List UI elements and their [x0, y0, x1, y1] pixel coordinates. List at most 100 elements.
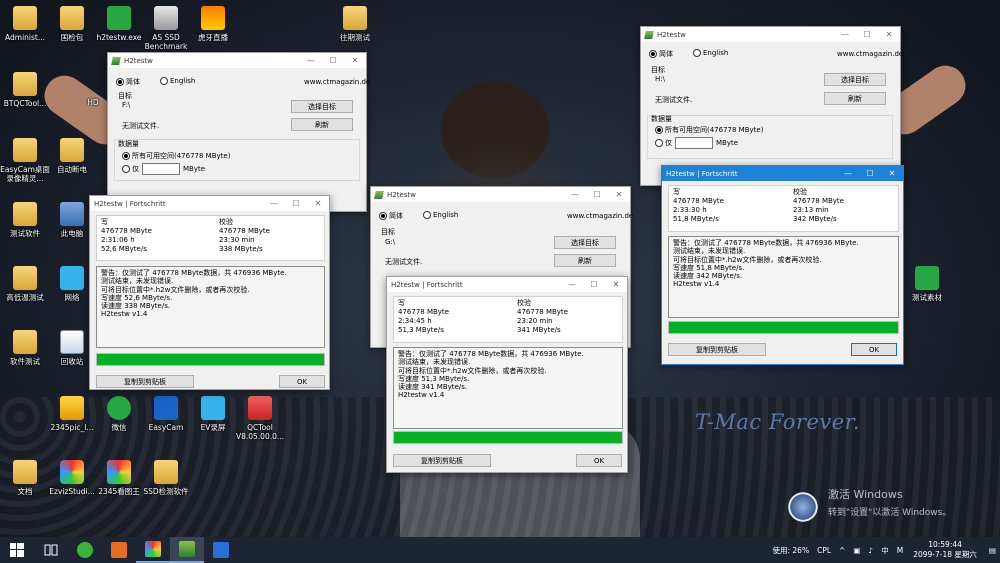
desktop-icon-label: 微信	[111, 423, 127, 432]
ok-button[interactable]: OK	[576, 454, 622, 467]
desktop-icon-btqctool[interactable]: BTQCTool...	[0, 72, 50, 108]
desktop-icon-label: 自动断电	[57, 165, 87, 174]
desktop-icon-auto-poweroff[interactable]: 自动断电	[47, 138, 97, 174]
only-radio[interactable]: 仅 MByte	[122, 163, 205, 175]
close-icon[interactable]: ✕	[608, 187, 630, 202]
maximize-icon[interactable]: ☐	[583, 277, 605, 292]
maximize-icon[interactable]: ☐	[859, 166, 881, 181]
desktop-icon-as-ssd[interactable]: AS SSD Benchmark	[141, 6, 191, 51]
title-bar[interactable]: H2testw — ☐ ✕	[371, 187, 630, 202]
progress-fill	[394, 432, 622, 443]
desktop-icon-ssd-check[interactable]: SSD检测软件	[141, 460, 191, 496]
lang-en-radio[interactable]: English	[160, 77, 195, 85]
system-tray: 使用: 26% CPL ^ ▣ ♪ 中 M 10:59:44 2099-7-18…	[768, 537, 1000, 563]
mbyte-input[interactable]	[142, 163, 180, 175]
desktop-icon-test-software[interactable]: 测试软件	[0, 202, 50, 238]
refresh-button[interactable]: 刷新	[824, 92, 886, 105]
desktop-icon-easycam[interactable]: EasyCam	[141, 396, 191, 432]
taskbar-app-360[interactable]	[68, 537, 102, 563]
verify-speed: 338 MByte/s	[219, 245, 263, 253]
lang-cn-radio[interactable]: 简体	[649, 49, 673, 59]
close-icon[interactable]: ✕	[307, 196, 329, 211]
ime-indicator[interactable]: 中	[881, 545, 889, 556]
copy-to-clipboard-button[interactable]: 复制到剪贴板	[393, 454, 491, 467]
lang-en-radio[interactable]: English	[423, 211, 458, 219]
select-target-button[interactable]: 选择目标	[824, 73, 886, 86]
result-log[interactable]: 警告：仅测试了 476778 MByte数据，共 476936 MByte. 测…	[96, 266, 325, 348]
task-view-icon	[44, 544, 58, 556]
network-tray-icon[interactable]: ▣	[853, 546, 860, 555]
title-bar[interactable]: H2testw | Fortschritt — ☐ ✕	[387, 277, 627, 292]
start-button[interactable]	[0, 537, 34, 563]
title-bar[interactable]: H2testw | Fortschritt — ☐ ✕	[662, 166, 903, 181]
all-space-radio[interactable]: 所有可用空间(476778 MByte)	[122, 151, 230, 161]
copy-to-clipboard-button[interactable]: 复制到剪贴板	[668, 343, 766, 356]
cpl-indicator[interactable]: CPL	[817, 546, 831, 555]
maximize-icon[interactable]: ☐	[322, 53, 344, 68]
ime-m-indicator[interactable]: M	[897, 546, 903, 555]
desktop-icon-hd[interactable]: HD	[78, 80, 108, 107]
close-icon[interactable]: ✕	[878, 27, 900, 42]
copy-to-clipboard-button[interactable]: 复制到剪贴板	[96, 375, 194, 388]
close-icon[interactable]: ✕	[605, 277, 627, 292]
image-viewer-icon	[145, 541, 161, 557]
refresh-button[interactable]: 刷新	[554, 254, 616, 267]
desktop-icon-ezviz[interactable]: EzvizStudi...	[47, 460, 97, 496]
minimize-icon[interactable]: —	[561, 277, 583, 292]
refresh-button[interactable]: 刷新	[291, 118, 353, 131]
ok-button[interactable]: OK	[279, 375, 325, 388]
taskbar-app-wps[interactable]	[204, 537, 238, 563]
only-radio[interactable]: 仅 MByte	[655, 137, 738, 149]
lang-en-radio[interactable]: English	[693, 49, 728, 57]
desktop-icon-past-tests[interactable]: 往期测试	[330, 6, 380, 42]
volume-icon[interactable]: ♪	[868, 546, 873, 555]
desktop-icon-test-material[interactable]: 测试素材	[902, 266, 952, 302]
desktop-icon-easycam-recorder[interactable]: EasyCam桌面录像精灵...	[0, 138, 50, 183]
desktop-icon-label: EV录屏	[200, 423, 226, 432]
select-target-button[interactable]: 选择目标	[291, 100, 353, 113]
maximize-icon[interactable]: ☐	[586, 187, 608, 202]
desktop-icon-software-test[interactable]: 软件测试	[0, 330, 50, 366]
close-icon[interactable]: ✕	[881, 166, 903, 181]
minimize-icon[interactable]: —	[263, 196, 285, 211]
lang-cn-radio[interactable]: 简体	[379, 211, 403, 221]
taskbar-app-player[interactable]	[102, 537, 136, 563]
title-bar[interactable]: H2testw — ☐ ✕	[108, 53, 366, 68]
desktop-icon-wechat[interactable]: 微信	[94, 396, 144, 432]
maximize-icon[interactable]: ☐	[856, 27, 878, 42]
title-bar[interactable]: H2testw | Fortschritt — ☐ ✕	[90, 196, 329, 211]
desktop-icon-administrator[interactable]: Administ...	[0, 6, 50, 42]
close-icon[interactable]: ✕	[344, 53, 366, 68]
select-target-button[interactable]: 选择目标	[554, 236, 616, 249]
minimize-icon[interactable]: —	[834, 27, 856, 42]
target-drive: F:\	[122, 101, 131, 109]
taskbar-app-h2testw[interactable]	[170, 537, 204, 563]
desktop-icon-qctool[interactable]: QCTool V8.05.00.0...	[235, 396, 285, 441]
desktop-icon-documents[interactable]: 文档	[0, 460, 50, 496]
maximize-icon[interactable]: ☐	[285, 196, 307, 211]
minimize-icon[interactable]: —	[300, 53, 322, 68]
desktop-icon-label: QCTool V8.05.00.0...	[235, 423, 285, 441]
desktop-icon-2345pic[interactable]: 2345pic_l...	[47, 396, 97, 432]
chevron-up-icon[interactable]: ^	[839, 546, 845, 555]
all-space-radio[interactable]: 所有可用空间(476778 MByte)	[655, 125, 763, 135]
desktop-icon-temperature-test[interactable]: 高低温测试	[0, 266, 50, 302]
lang-cn-radio[interactable]: 简体	[116, 77, 140, 87]
desktop-icon-2345viewer[interactable]: 2345看图王	[94, 460, 144, 496]
notification-icon[interactable]: ▤	[989, 546, 996, 555]
desktop-icon-huya[interactable]: 虎牙直播	[188, 6, 238, 42]
result-log[interactable]: 警告：仅测试了 476778 MByte数据，共 476936 MByte. 测…	[393, 347, 623, 429]
clock[interactable]: 10:59:44 2099-7-18 星期六	[913, 540, 977, 560]
mbyte-input[interactable]	[675, 137, 713, 149]
minimize-icon[interactable]: —	[837, 166, 859, 181]
minimize-icon[interactable]: —	[564, 187, 586, 202]
title-bar[interactable]: H2testw — ☐ ✕	[641, 27, 900, 42]
taskbar-app-viewer[interactable]	[136, 537, 170, 563]
desktop-icon-guojianbao[interactable]: 国检包	[47, 6, 97, 42]
task-view-button[interactable]	[34, 537, 68, 563]
desktop-icon-h2testw[interactable]: h2testw.exe	[94, 6, 144, 42]
write-label: 写	[101, 218, 108, 226]
result-log[interactable]: 警告：仅测试了 476778 MByte数据，共 476936 MByte. 测…	[668, 236, 899, 318]
desktop-icon-ev-recorder[interactable]: EV录屏	[188, 396, 238, 432]
ok-button[interactable]: OK	[851, 343, 897, 356]
